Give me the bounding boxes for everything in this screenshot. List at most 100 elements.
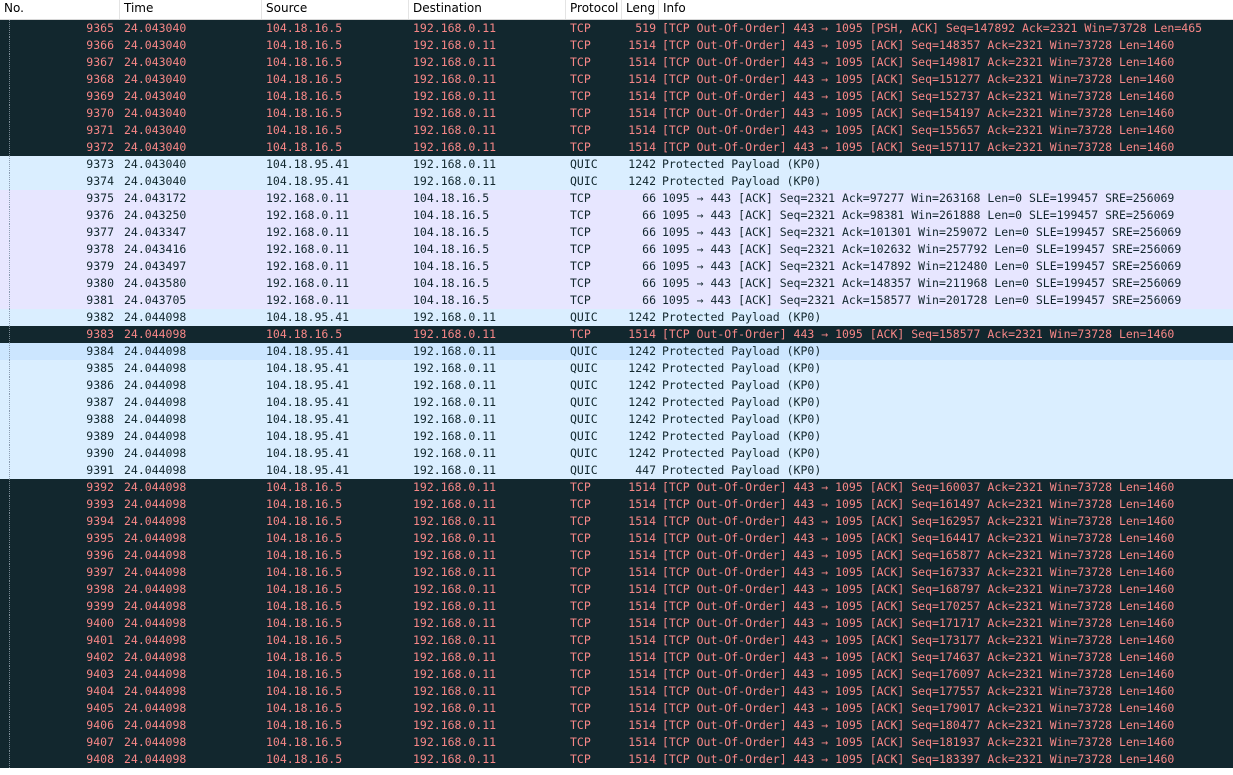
- column-header-protocol[interactable]: Protocol: [566, 0, 622, 19]
- packet-row[interactable]: 9369 24.043040 104.18.16.5 192.168.0.11 TCP 1…: [0, 88, 1233, 105]
- packet-info: Protected Payload (KP0): [662, 463, 822, 477]
- packet-row[interactable]: 9386 24.044098 104.18.95.41 192.168.0.11 QUI…: [0, 377, 1233, 394]
- packet-protocol: QUIC: [570, 429, 598, 443]
- packet-protocol: TCP: [570, 106, 591, 120]
- packet-no: 9398: [86, 582, 114, 596]
- packet-destination: 192.168.0.11: [413, 446, 497, 460]
- packet-row[interactable]: 9368 24.043040 104.18.16.5 192.168.0.11 TCP 1…: [0, 71, 1233, 88]
- column-header-length[interactable]: Leng: [622, 0, 659, 19]
- packet-row[interactable]: 9385 24.044098 104.18.95.41 192.168.0.11 QUI…: [0, 360, 1233, 377]
- packet-list[interactable]: 9365 24.043040 104.18.16.5 192.168.0.11 TCP 5…: [0, 20, 1233, 775]
- packet-row[interactable]: 9406 24.044098 104.18.16.5 192.168.0.11 TCP 1…: [0, 717, 1233, 734]
- column-header-source[interactable]: Source: [262, 0, 409, 19]
- packet-row[interactable]: 9395 24.044098 104.18.16.5 192.168.0.11 TCP 1…: [0, 530, 1233, 547]
- packet-length: 66: [642, 208, 656, 222]
- packet-source: 104.18.95.41: [266, 361, 350, 375]
- packet-time: 24.044098: [124, 735, 187, 749]
- packet-row[interactable]: 9375 24.043172 192.168.0.11 104.18.16.5 TCP 6…: [0, 190, 1233, 207]
- packet-protocol: TCP: [570, 123, 591, 137]
- packet-row[interactable]: 9401 24.044098 104.18.16.5 192.168.0.11 TCP 1…: [0, 632, 1233, 649]
- packet-length: 1514: [628, 548, 656, 562]
- packet-row[interactable]: 9379 24.043497 192.168.0.11 104.18.16.5 TCP 6…: [0, 258, 1233, 275]
- packet-no: 9390: [86, 446, 114, 460]
- packet-row[interactable]: 9405 24.044098 104.18.16.5 192.168.0.11 TCP 1…: [0, 700, 1233, 717]
- packet-destination: 192.168.0.11: [413, 650, 497, 664]
- packet-row[interactable]: 9377 24.043347 192.168.0.11 104.18.16.5 TCP 6…: [0, 224, 1233, 241]
- packet-length: 66: [642, 225, 656, 239]
- packet-source: 104.18.95.41: [266, 310, 350, 324]
- packet-length: 1242: [628, 412, 656, 426]
- packet-row[interactable]: 9378 24.043416 192.168.0.11 104.18.16.5 TCP 6…: [0, 241, 1233, 258]
- packet-destination: 192.168.0.11: [413, 497, 497, 511]
- packet-info: 1095 → 443 [ACK] Seq=2321 Ack=158577 Win…: [662, 293, 1182, 307]
- packet-row[interactable]: 9398 24.044098 104.18.16.5 192.168.0.11 TCP 1…: [0, 581, 1233, 598]
- packet-row[interactable]: 9370 24.043040 104.18.16.5 192.168.0.11 TCP 1…: [0, 105, 1233, 122]
- packet-no: 9401: [86, 633, 114, 647]
- packet-info: [TCP Out-Of-Order] 443 → 1095 [ACK] Seq=…: [662, 497, 1175, 511]
- packet-row[interactable]: 9387 24.044098 104.18.95.41 192.168.0.11 QUI…: [0, 394, 1233, 411]
- packet-row[interactable]: 9381 24.043705 192.168.0.11 104.18.16.5 TCP 6…: [0, 292, 1233, 309]
- packet-length: 519: [635, 21, 656, 35]
- packet-source: 104.18.16.5: [266, 667, 343, 681]
- column-header-no[interactable]: No.: [0, 0, 120, 19]
- packet-row[interactable]: 9382 24.044098 104.18.95.41 192.168.0.11 QUI…: [0, 309, 1233, 326]
- packet-row[interactable]: 9376 24.043250 192.168.0.11 104.18.16.5 TCP 6…: [0, 207, 1233, 224]
- packet-destination: 192.168.0.11: [413, 38, 497, 52]
- packet-row[interactable]: 9389 24.044098 104.18.95.41 192.168.0.11 QUI…: [0, 428, 1233, 445]
- packet-time: 24.044098: [124, 718, 187, 732]
- packet-row[interactable]: 9372 24.043040 104.18.16.5 192.168.0.11 TCP 1…: [0, 139, 1233, 156]
- packet-row[interactable]: 9394 24.044098 104.18.16.5 192.168.0.11 TCP 1…: [0, 513, 1233, 530]
- packet-no: 9387: [86, 395, 114, 409]
- packet-row[interactable]: 9407 24.044098 104.18.16.5 192.168.0.11 TCP 1…: [0, 734, 1233, 751]
- packet-row[interactable]: 9374 24.043040 104.18.95.41 192.168.0.11 QUI…: [0, 173, 1233, 190]
- packet-row[interactable]: 9367 24.043040 104.18.16.5 192.168.0.11 TCP 1…: [0, 54, 1233, 71]
- packet-protocol: TCP: [570, 565, 591, 579]
- packet-row[interactable]: 9393 24.044098 104.18.16.5 192.168.0.11 TCP 1…: [0, 496, 1233, 513]
- packet-row[interactable]: 9396 24.044098 104.18.16.5 192.168.0.11 TCP 1…: [0, 547, 1233, 564]
- packet-protocol: QUIC: [570, 344, 598, 358]
- packet-row[interactable]: 9402 24.044098 104.18.16.5 192.168.0.11 TCP 1…: [0, 649, 1233, 666]
- packet-row[interactable]: 9392 24.044098 104.18.16.5 192.168.0.11 TCP 1…: [0, 479, 1233, 496]
- packet-no: 9392: [86, 480, 114, 494]
- packet-length: 1242: [628, 157, 656, 171]
- packet-info: [TCP Out-Of-Order] 443 → 1095 [ACK] Seq=…: [662, 684, 1175, 698]
- packet-info: [TCP Out-Of-Order] 443 → 1095 [ACK] Seq=…: [662, 514, 1175, 528]
- packet-protocol: TCP: [570, 293, 591, 307]
- packet-row[interactable]: 9373 24.043040 104.18.95.41 192.168.0.11 QUI…: [0, 156, 1233, 173]
- packet-row[interactable]: 9380 24.043580 192.168.0.11 104.18.16.5 TCP 6…: [0, 275, 1233, 292]
- packet-info: [TCP Out-Of-Order] 443 → 1095 [ACK] Seq=…: [662, 650, 1175, 664]
- packet-source: 104.18.16.5: [266, 548, 343, 562]
- packet-row[interactable]: 9365 24.043040 104.18.16.5 192.168.0.11 TCP 5…: [0, 20, 1233, 37]
- packet-row[interactable]: 9390 24.044098 104.18.95.41 192.168.0.11 QUI…: [0, 445, 1233, 462]
- packet-row[interactable]: 9400 24.044098 104.18.16.5 192.168.0.11 TCP 1…: [0, 615, 1233, 632]
- packet-protocol: TCP: [570, 21, 591, 35]
- packet-row[interactable]: 9391 24.044098 104.18.95.41 192.168.0.11 QUI…: [0, 462, 1233, 479]
- column-header-destination[interactable]: Destination: [409, 0, 566, 19]
- packet-row[interactable]: 9366 24.043040 104.18.16.5 192.168.0.11 TCP 1…: [0, 37, 1233, 54]
- packet-source: 192.168.0.11: [266, 293, 350, 307]
- packet-no: 9389: [86, 429, 114, 443]
- packet-row[interactable]: 9408 24.044098 104.18.16.5 192.168.0.11 TCP 1…: [0, 751, 1233, 768]
- packet-row[interactable]: 9388 24.044098 104.18.95.41 192.168.0.11 QUI…: [0, 411, 1233, 428]
- packet-source: 192.168.0.11: [266, 208, 350, 222]
- packet-row[interactable]: 9397 24.044098 104.18.16.5 192.168.0.11 TCP 1…: [0, 564, 1233, 581]
- packet-row[interactable]: 9383 24.044098 104.18.16.5 192.168.0.11 TCP 1…: [0, 326, 1233, 343]
- packet-destination: 192.168.0.11: [413, 616, 497, 630]
- column-header-time[interactable]: Time: [120, 0, 262, 19]
- packet-length: 66: [642, 242, 656, 256]
- column-header-info[interactable]: Info: [659, 0, 1233, 19]
- packet-row[interactable]: 9384 24.044098 104.18.95.41 192.168.0.11 QUI…: [0, 343, 1233, 360]
- packet-length: 1514: [628, 701, 656, 715]
- packet-time: 24.044098: [124, 548, 187, 562]
- packet-destination: 104.18.16.5: [413, 293, 490, 307]
- packet-protocol: TCP: [570, 38, 591, 52]
- packet-row[interactable]: 9371 24.043040 104.18.16.5 192.168.0.11 TCP 1…: [0, 122, 1233, 139]
- packet-row[interactable]: 9399 24.044098 104.18.16.5 192.168.0.11 TCP 1…: [0, 598, 1233, 615]
- packet-time: 24.044098: [124, 684, 187, 698]
- packet-info: [TCP Out-Of-Order] 443 → 1095 [ACK] Seq=…: [662, 599, 1175, 613]
- packet-destination: 192.168.0.11: [413, 157, 497, 171]
- packet-length: 1514: [628, 565, 656, 579]
- packet-info: 1095 → 443 [ACK] Seq=2321 Ack=148357 Win…: [662, 276, 1182, 290]
- packet-row[interactable]: 9404 24.044098 104.18.16.5 192.168.0.11 TCP 1…: [0, 683, 1233, 700]
- packet-row[interactable]: 9403 24.044098 104.18.16.5 192.168.0.11 TCP 1…: [0, 666, 1233, 683]
